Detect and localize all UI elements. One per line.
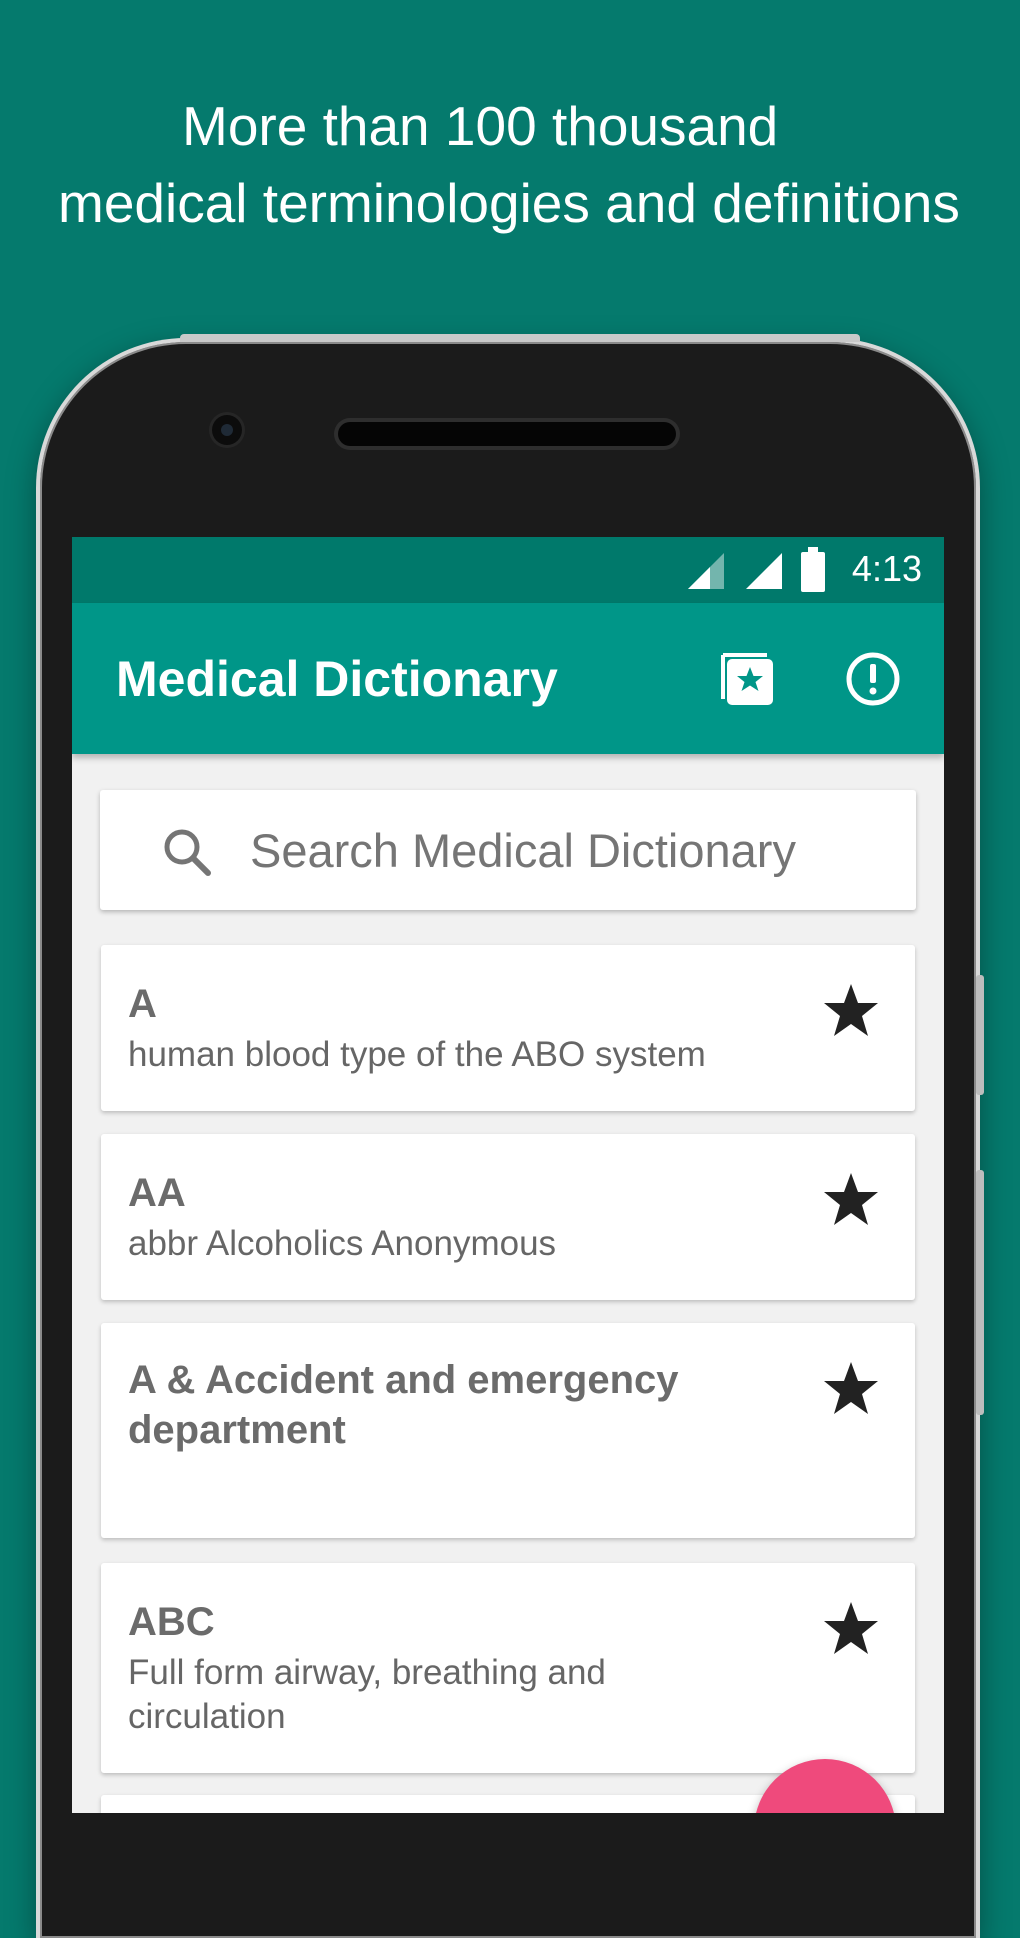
battery-icon (801, 547, 825, 592)
list-item[interactable]: AA abbr Alcoholics Anonymous (101, 1134, 915, 1300)
favorites-icon (721, 653, 773, 705)
search-input[interactable] (250, 816, 880, 884)
entry-definition: Full form airway, breathing and circulat… (128, 1653, 606, 1736)
favorite-star-icon[interactable] (821, 1359, 881, 1419)
promo-line-1: More than 100 thousand (182, 95, 779, 157)
phone-top-edge (180, 334, 860, 342)
entry-term: A & Accident and emergency department (128, 1358, 679, 1452)
app-title: Medical Dictionary (116, 651, 558, 707)
status-bar: 4:13 (72, 537, 944, 603)
signal-icon (688, 553, 724, 589)
entry-term: A (128, 982, 157, 1026)
entry-definition: abbr Alcoholics Anonymous (128, 1224, 557, 1263)
entry-term: ABC (128, 1600, 215, 1644)
power-button (976, 1170, 984, 1415)
entry-term: AA (128, 1171, 186, 1215)
search-icon (164, 829, 211, 876)
entry-definition: human blood type of the ABO system (128, 1035, 706, 1074)
promo-line-2: medical terminologies and definitions (58, 172, 960, 234)
app-bar: Medical Dictionary (72, 603, 944, 754)
info-icon (846, 652, 900, 706)
earpiece-speaker (338, 422, 676, 446)
promo-headline: More than 100 thousand medical terminolo… (0, 88, 1020, 242)
list-item[interactable]: A & Accident and emergency department (101, 1323, 915, 1538)
favorite-star-icon[interactable] (821, 981, 881, 1041)
app-screen: 4:13 Medical Dictionary A (72, 537, 944, 1813)
list-item[interactable]: ABC Full form airway, breathing and circ… (101, 1563, 915, 1773)
favorite-star-icon[interactable] (821, 1170, 881, 1230)
list-item[interactable]: A human blood type of the ABO system (101, 945, 915, 1111)
search-bar[interactable] (100, 790, 916, 910)
status-time: 4:13 (851, 548, 922, 589)
favorites-button[interactable] (719, 649, 779, 709)
front-camera (212, 415, 242, 445)
volume-button (976, 975, 984, 1095)
info-button[interactable] (843, 649, 903, 709)
favorite-star-icon[interactable] (821, 1599, 881, 1659)
signal-icon (746, 553, 782, 589)
